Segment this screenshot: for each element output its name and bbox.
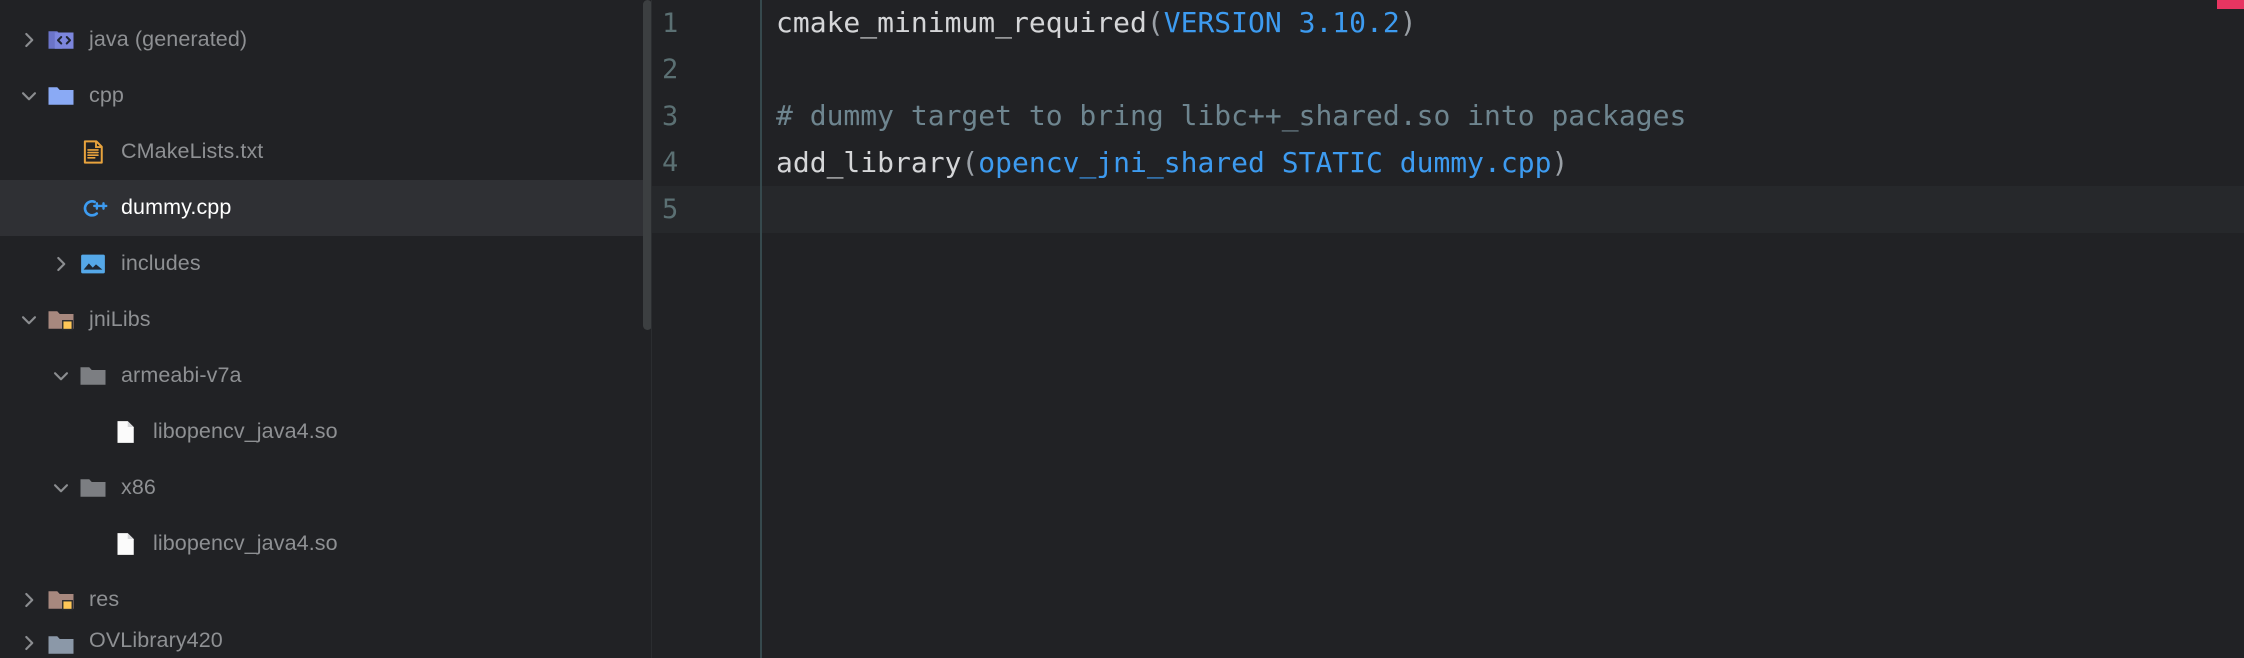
folder-resource-icon	[46, 305, 76, 335]
tree-item-jnilibs[interactable]: jniLibs	[0, 292, 652, 348]
chevron-down-icon[interactable]	[48, 363, 74, 389]
code-token-comment: # dummy target to bring libc++_shared.so…	[776, 99, 1687, 133]
gutter-line-number[interactable]: 5	[652, 186, 762, 233]
gutter-line-number[interactable]: 3	[652, 93, 762, 140]
gutter-line-number[interactable]: 4	[652, 140, 762, 187]
chevron-right-icon[interactable]	[48, 251, 74, 277]
tree-item-label: x86	[121, 475, 156, 500]
tree-item-cpp[interactable]: cpp	[0, 68, 652, 124]
chevron-right-icon[interactable]	[16, 630, 42, 656]
folder-gray-icon	[78, 473, 108, 503]
chevron-down-icon[interactable]	[16, 307, 42, 333]
tree-item-libopencv-java4-so[interactable]: libopencv_java4.so	[0, 516, 652, 572]
folder-blue-icon	[46, 81, 76, 111]
chevron-down-icon[interactable]	[16, 83, 42, 109]
code-token-paren: (	[961, 145, 979, 179]
tree-item-label: libopencv_java4.so	[153, 419, 338, 444]
code-line[interactable]	[762, 47, 2244, 94]
tree-arrow-placeholder	[80, 419, 106, 445]
tree-arrow-placeholder	[48, 139, 74, 165]
editor-panel[interactable]: 12345 cmake_minimum_required(VERSION 3.1…	[652, 0, 2244, 658]
tree-item-label: includes	[121, 251, 201, 276]
tree-arrow-placeholder	[48, 195, 74, 221]
code-token-arg: VERSION 3.10.2	[1163, 6, 1400, 40]
tree-item-label: armeabi-v7a	[121, 363, 242, 388]
code-token-paren: )	[1399, 6, 1417, 40]
gutter-line-number[interactable]: 2	[652, 47, 762, 94]
binary-file-icon	[110, 529, 140, 559]
cpp-file-icon	[78, 193, 108, 223]
tree-item-label: jniLibs	[89, 307, 151, 332]
tree-item-label: libopencv_java4.so	[153, 531, 338, 556]
code-text-area[interactable]: cmake_minimum_required(VERSION 3.10.2) # …	[762, 0, 2244, 658]
tree-item-label: OVLibrary420	[89, 628, 223, 652]
project-tree-panel[interactable]: java (generated) cpp CMakeLists.txt dummy.c…	[0, 0, 652, 658]
code-line[interactable]: add_library(opencv_jni_shared STATIC dum…	[762, 140, 2244, 187]
project-tree[interactable]: java (generated) cpp CMakeLists.txt dummy.c…	[0, 0, 652, 658]
tree-item-label: res	[89, 587, 120, 612]
code-token-arg: opencv_jni_shared STATIC dummy.cpp	[978, 145, 1552, 179]
tree-arrow-placeholder	[80, 531, 106, 557]
chevron-right-icon[interactable]	[16, 27, 42, 53]
line-number-gutter[interactable]: 12345	[652, 0, 762, 658]
gutter-line-number[interactable]: 1	[652, 0, 762, 47]
code-line[interactable]: cmake_minimum_required(VERSION 3.10.2)	[762, 0, 2244, 47]
tree-item-dummy-cpp[interactable]: dummy.cpp	[0, 180, 652, 236]
code-token-default: cmake_minimum_required	[776, 6, 1147, 40]
tree-item-ovlibrary420[interactable]: OVLibrary420	[0, 628, 652, 658]
tree-item-label: cpp	[89, 83, 124, 108]
module-folder-icon	[46, 630, 76, 658]
tree-item-res[interactable]: res	[0, 572, 652, 628]
chevron-right-icon[interactable]	[16, 587, 42, 613]
tree-item-label: java (generated)	[89, 27, 248, 52]
tree-item-armeabi-v7a[interactable]: armeabi-v7a	[0, 348, 652, 404]
code-line[interactable]	[762, 186, 2244, 233]
code-token-paren: (	[1146, 6, 1164, 40]
code-line[interactable]: # dummy target to bring libc++_shared.so…	[762, 93, 2244, 140]
binary-file-icon	[110, 417, 140, 447]
chevron-down-icon[interactable]	[48, 475, 74, 501]
code-token-default: add_library	[776, 145, 962, 179]
tree-item-label: dummy.cpp	[121, 195, 232, 220]
tree-item-x86[interactable]: x86	[0, 460, 652, 516]
tree-item-label: CMakeLists.txt	[121, 139, 264, 164]
cmake-file-icon	[78, 137, 108, 167]
tree-item-cmakelists-txt[interactable]: CMakeLists.txt	[0, 124, 652, 180]
ide-window: java (generated) cpp CMakeLists.txt dummy.c…	[0, 0, 2244, 658]
code-token-paren: )	[1551, 145, 1569, 179]
includes-folder-icon	[78, 249, 108, 279]
tree-item-java-generated[interactable]: java (generated)	[0, 12, 652, 68]
code-folder-icon	[46, 25, 76, 55]
error-stripe-marker[interactable]	[2217, 0, 2244, 9]
folder-gray-icon	[78, 361, 108, 391]
folder-resource-icon	[46, 585, 76, 615]
tree-item-includes[interactable]: includes	[0, 236, 652, 292]
tree-item-libopencv-java4-so[interactable]: libopencv_java4.so	[0, 404, 652, 460]
